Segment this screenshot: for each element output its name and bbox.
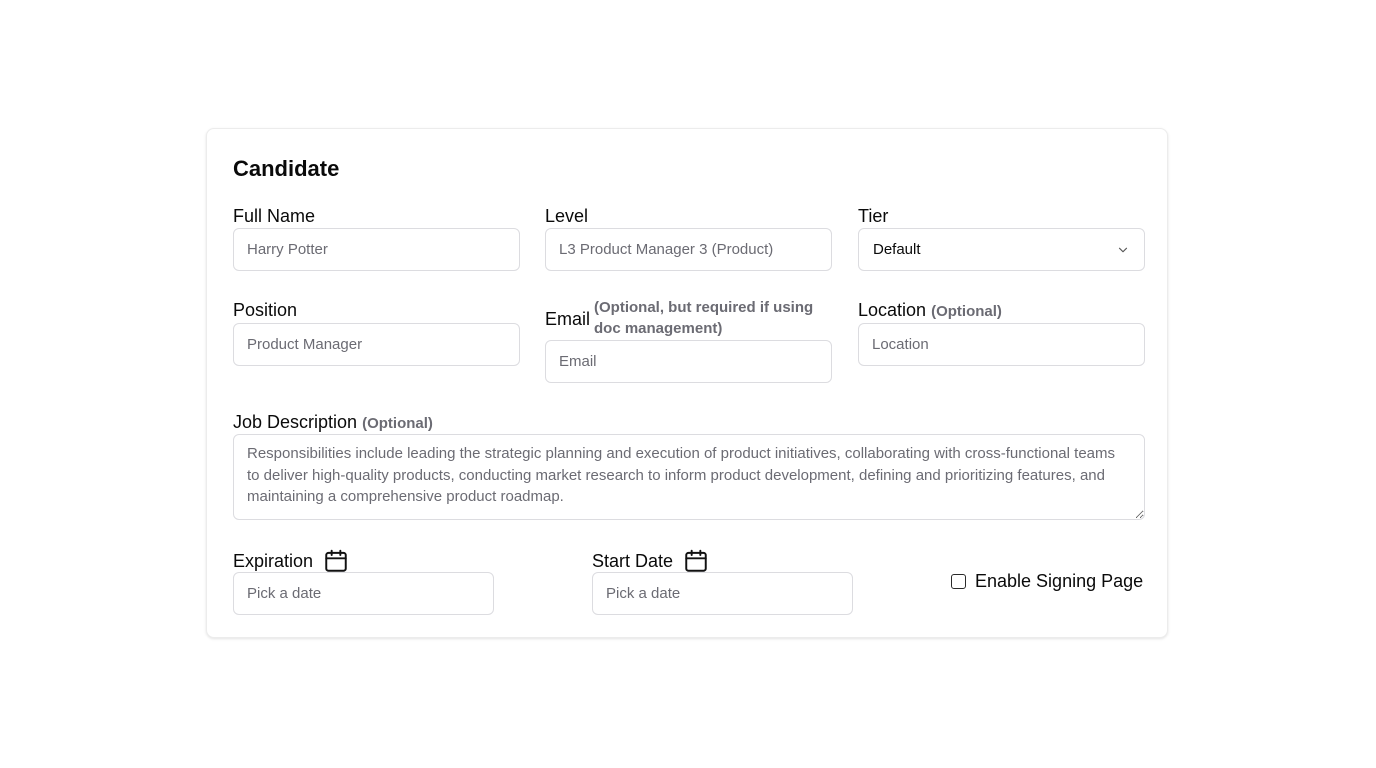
calendar-icon[interactable]: [323, 548, 349, 574]
candidate-card: Candidate Full Name Level Tier Default P…: [206, 128, 1168, 638]
location-label: Location (Optional): [858, 300, 1002, 320]
job-description-optional-note: (Optional): [362, 415, 433, 432]
email-label: Email: [545, 309, 591, 329]
position-input[interactable]: [233, 323, 520, 366]
start-date-label: Start Date: [592, 551, 674, 571]
start-date-input[interactable]: [592, 572, 853, 615]
card-title: Candidate: [233, 156, 340, 181]
enable-signing-checkbox[interactable]: [951, 573, 966, 589]
expiration-label-row: Expiration: [233, 548, 349, 574]
job-description-label: Job Description (Optional): [233, 412, 433, 432]
full-name-label: Full Name: [233, 206, 316, 226]
location-optional-note: (Optional): [931, 303, 1002, 320]
signing-page-option[interactable]: Enable Signing Page: [951, 570, 1143, 592]
location-input[interactable]: [858, 323, 1145, 366]
position-label: Position: [233, 300, 298, 320]
tier-label: Tier: [858, 206, 889, 226]
expiration-date-input[interactable]: [233, 572, 494, 615]
chevron-down-icon: [1116, 243, 1130, 257]
level-label: Level: [545, 206, 589, 226]
job-description-textarea[interactable]: [233, 434, 1145, 520]
calendar-icon[interactable]: [683, 548, 709, 574]
enable-signing-label: Enable Signing Page: [975, 571, 1144, 591]
start-date-label-row: Start Date: [592, 548, 709, 574]
expiration-label: Expiration: [233, 551, 314, 571]
email-input[interactable]: [545, 340, 832, 383]
level-input[interactable]: [545, 228, 832, 271]
tier-select[interactable]: Default: [858, 228, 1145, 271]
tier-selected-value: Default: [873, 241, 921, 258]
email-optional-note: (Optional, but required if using doc man…: [594, 299, 814, 337]
full-name-input[interactable]: [233, 228, 520, 271]
